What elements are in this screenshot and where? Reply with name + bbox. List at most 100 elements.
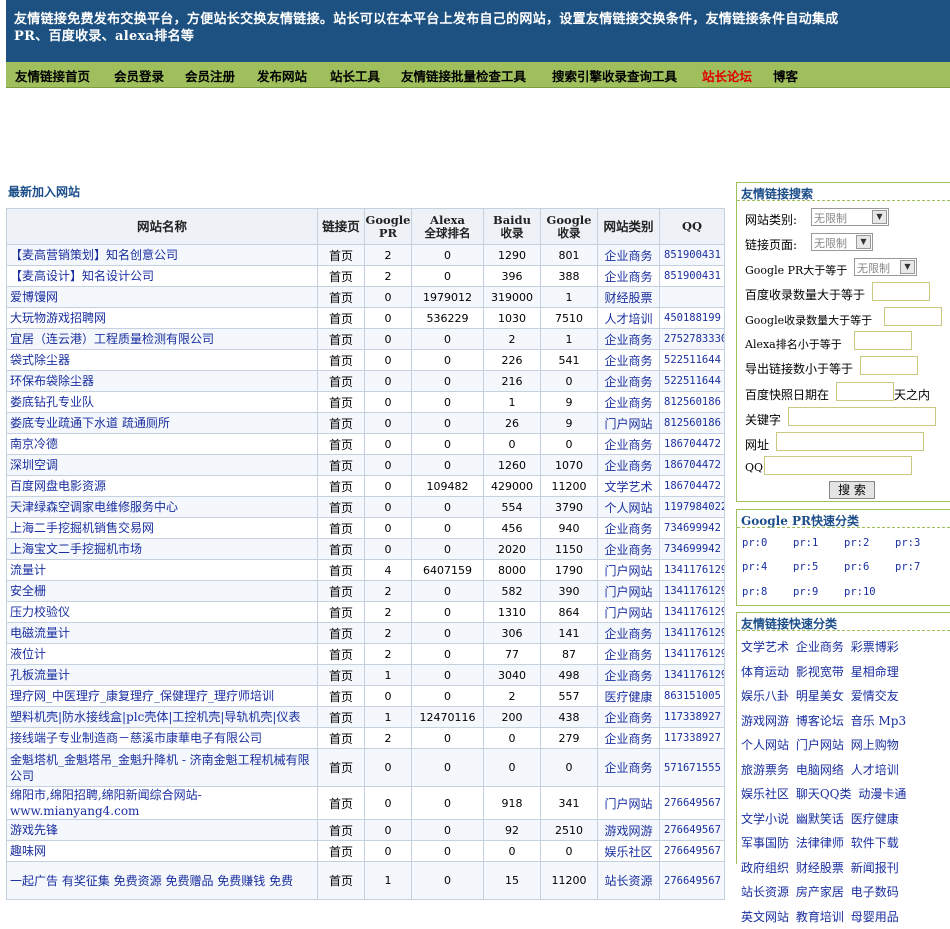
category-quick-link[interactable]: 电脑网络 — [796, 763, 844, 777]
site-name-link[interactable]: 宜居（连云港）工程质量检测有限公司 — [6, 328, 318, 350]
category-link[interactable]: 门户网站 — [597, 580, 660, 602]
site-name-link[interactable]: 大玩物游戏招聘网 — [6, 307, 318, 329]
site-name-link[interactable]: 金魁塔机_金魁塔吊_金魁升降机 - 济南金魁工程机械有限公司 — [6, 748, 318, 787]
alexa-max-input[interactable] — [854, 331, 912, 350]
category-quick-link[interactable]: 文学艺术 — [741, 640, 789, 654]
category-link[interactable]: 人才培训 — [597, 307, 660, 329]
outlinks-max-input[interactable] — [860, 356, 918, 375]
category-link[interactable]: 医疗健康 — [597, 685, 660, 707]
pr-link[interactable]: pr:10 — [844, 586, 876, 598]
nav-register[interactable]: 会员注册 — [185, 66, 235, 85]
nav-index-query-tool[interactable]: 搜索引擎收录查询工具 — [552, 66, 677, 85]
link-page-select[interactable]: 无限制 ▼ — [811, 233, 873, 251]
category-link[interactable]: 企业商务 — [597, 643, 660, 665]
category-quick-link[interactable]: 站长资源 — [741, 885, 789, 899]
category-quick-link[interactable]: 网上购物 — [851, 738, 899, 752]
site-name-link[interactable]: 趣味网 — [6, 840, 318, 862]
category-quick-link[interactable]: 门户网站 — [796, 738, 844, 752]
category-quick-link[interactable]: 个人网站 — [741, 738, 789, 752]
site-name-link[interactable]: 孔板流量计 — [6, 664, 318, 686]
category-quick-link[interactable]: 彩票博彩 — [851, 640, 899, 654]
category-quick-link[interactable]: 音乐 Mp3 — [851, 714, 906, 728]
site-name-link[interactable]: 上海二手挖掘机销售交易网 — [6, 517, 318, 539]
category-quick-link[interactable]: 体育运动 — [741, 665, 789, 679]
nav-blog[interactable]: 博客 — [773, 66, 798, 85]
site-name-link[interactable]: 上海宝文二手挖掘机市场 — [6, 538, 318, 560]
qq-input[interactable] — [764, 456, 912, 475]
nav-webmaster-tools[interactable]: 站长工具 — [330, 66, 380, 85]
category-quick-link[interactable]: 人才培训 — [851, 763, 899, 777]
site-name-link[interactable]: 娄底钻孔专业队 — [6, 391, 318, 413]
site-name-link[interactable]: 电磁流量计 — [6, 622, 318, 644]
category-quick-link[interactable]: 影视宽带 — [796, 665, 844, 679]
pr-link[interactable]: pr:2 — [844, 537, 869, 549]
category-link[interactable]: 门户网站 — [597, 601, 660, 623]
category-quick-link[interactable]: 动漫卡通 — [858, 787, 906, 801]
category-quick-link[interactable]: 电子数码 — [851, 885, 899, 899]
pr-link[interactable]: pr:3 — [895, 537, 920, 549]
category-link[interactable]: 企业商务 — [597, 370, 660, 392]
category-link[interactable]: 企业商务 — [597, 727, 660, 749]
category-quick-link[interactable]: 幽默笑话 — [796, 812, 844, 826]
nav-home[interactable]: 友情链接首页 — [15, 66, 90, 85]
site-name-link[interactable]: 【麦高设计】知名设计公司 — [6, 265, 318, 287]
site-name-link[interactable]: 爱博馒网 — [6, 286, 318, 308]
pr-link[interactable]: pr:4 — [742, 561, 767, 573]
category-quick-link[interactable]: 娱乐社区 — [741, 787, 789, 801]
category-link[interactable]: 个人网站 — [597, 496, 660, 518]
category-quick-link[interactable]: 软件下载 — [851, 836, 899, 850]
site-name-link[interactable]: 液位计 — [6, 643, 318, 665]
site-name-link[interactable]: 环保布袋除尘器 — [6, 370, 318, 392]
category-quick-link[interactable]: 房产家居 — [796, 885, 844, 899]
site-name-link[interactable]: 深圳空调 — [6, 454, 318, 476]
site-name-link[interactable]: 接线端子专业制造商－慈溪市康華电子有限公司 — [6, 727, 318, 749]
pr-link[interactable]: pr:0 — [742, 537, 767, 549]
category-link[interactable]: 企业商务 — [597, 664, 660, 686]
pr-min-select[interactable]: 无限制 ▼ — [854, 258, 917, 276]
category-link[interactable]: 企业商务 — [597, 748, 660, 787]
site-name-link[interactable]: 南京冷德 — [6, 433, 318, 455]
category-quick-link[interactable]: 游戏网游 — [741, 714, 789, 728]
category-quick-link[interactable]: 企业商务 — [796, 640, 844, 654]
category-quick-link[interactable]: 医疗健康 — [851, 812, 899, 826]
category-link[interactable]: 游戏网游 — [597, 819, 660, 841]
category-quick-link[interactable]: 旅游票务 — [741, 763, 789, 777]
site-name-link[interactable]: 理疗网_中医理疗_康复理疗_保健理疗_理疗师培训 — [6, 685, 318, 707]
category-link[interactable]: 企业商务 — [597, 622, 660, 644]
category-quick-link[interactable]: 法律律师 — [796, 836, 844, 850]
site-name-link[interactable]: 绵阳市,绵阳招聘,绵阳新闻综合网站-www.mianyang4.com — [6, 786, 318, 820]
category-link[interactable]: 财经股票 — [597, 286, 660, 308]
keyword-input[interactable] — [788, 407, 936, 426]
category-link[interactable]: 门户网站 — [597, 559, 660, 581]
site-name-link[interactable]: 压力校验仪 — [6, 601, 318, 623]
nav-forum[interactable]: 站长论坛 — [702, 66, 752, 85]
category-quick-link[interactable]: 财经股票 — [796, 861, 844, 875]
category-quick-link[interactable]: 星相命理 — [851, 665, 899, 679]
snapshot-days-input[interactable] — [836, 382, 894, 401]
site-name-link[interactable]: 塑料机壳|防水接线盒|plc壳体|工控机壳|导轨机壳|仪表 — [6, 706, 318, 728]
category-link[interactable]: 企业商务 — [597, 454, 660, 476]
url-input[interactable] — [776, 432, 924, 451]
baidu-min-input[interactable] — [872, 282, 930, 301]
pr-link[interactable]: pr:5 — [793, 561, 818, 573]
category-link[interactable]: 企业商务 — [597, 349, 660, 371]
pr-link[interactable]: pr:1 — [793, 537, 818, 549]
pr-link[interactable]: pr:6 — [844, 561, 869, 573]
site-name-link[interactable]: 一起广告 有奖征集 免费资源 免费赠品 免费赚钱 免费 — [6, 861, 318, 900]
category-link[interactable]: 娱乐社区 — [597, 840, 660, 862]
google-min-input[interactable] — [884, 307, 942, 326]
site-name-link[interactable]: 娄底专业疏通下水道 疏通厕所 — [6, 412, 318, 434]
pr-link[interactable]: pr:7 — [895, 561, 920, 573]
nav-link-check-tool[interactable]: 友情链接批量检查工具 — [401, 66, 526, 85]
nav-login[interactable]: 会员登录 — [114, 66, 164, 85]
site-name-link[interactable]: 百度网盘电影资源 — [6, 475, 318, 497]
category-quick-link[interactable]: 聊天QQ类 — [796, 787, 852, 801]
category-quick-link[interactable]: 博客论坛 — [796, 714, 844, 728]
site-name-link[interactable]: 【麦高营销策划】知名创意公司 — [6, 244, 318, 266]
category-quick-link[interactable]: 娱乐八卦 — [741, 689, 789, 703]
category-link[interactable]: 企业商务 — [597, 517, 660, 539]
category-quick-link[interactable]: 爱情交友 — [851, 689, 899, 703]
category-quick-link[interactable]: 新闻报刊 — [851, 861, 899, 875]
category-link[interactable]: 企业商务 — [597, 706, 660, 728]
category-link[interactable]: 企业商务 — [597, 265, 660, 287]
